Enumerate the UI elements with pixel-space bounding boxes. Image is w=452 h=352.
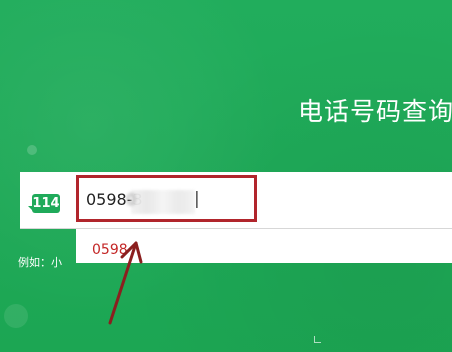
annotation-arrow-icon <box>108 241 143 325</box>
decorative-corner <box>314 336 321 343</box>
